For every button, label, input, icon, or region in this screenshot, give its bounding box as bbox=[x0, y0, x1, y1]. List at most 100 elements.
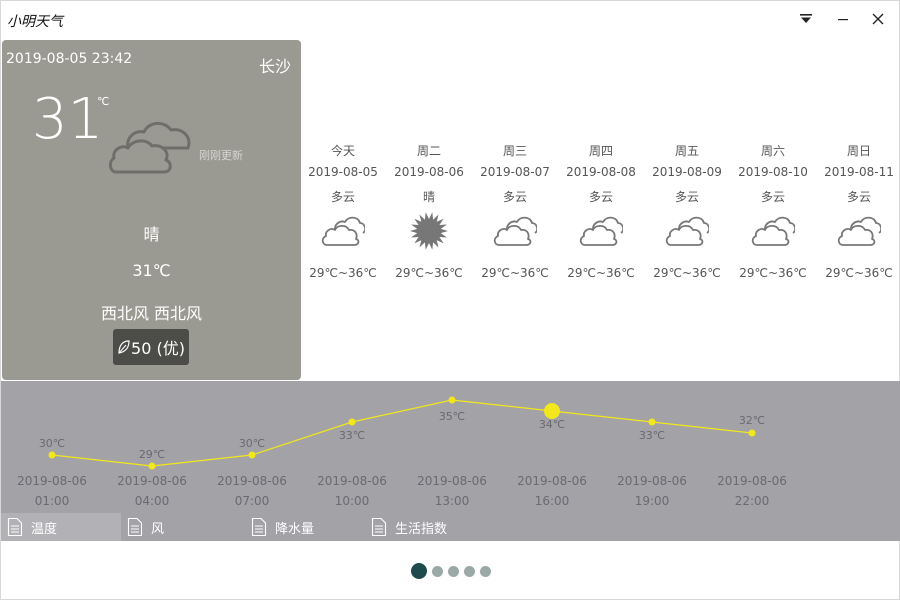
title-bar: 小明天气 bbox=[1, 1, 899, 37]
forecast-temp-range: 29℃~36℃ bbox=[653, 266, 721, 280]
current-wind: 西北风 西北风 bbox=[100, 304, 203, 323]
data-label: 33℃ bbox=[639, 429, 665, 442]
menu-dropdown-button[interactable] bbox=[791, 7, 821, 31]
data-point[interactable] bbox=[448, 396, 456, 404]
tab-1[interactable]: 风 bbox=[121, 513, 221, 541]
data-point[interactable] bbox=[348, 418, 356, 426]
forecast-temp-range: 29℃~36℃ bbox=[825, 266, 893, 280]
x-tick-time: 19:00 bbox=[635, 494, 670, 508]
data-point[interactable] bbox=[248, 451, 256, 459]
tab-label: 降水量 bbox=[275, 521, 315, 537]
data-point[interactable] bbox=[544, 403, 560, 419]
x-tick-time: 13:00 bbox=[435, 494, 470, 508]
forecast-day-name: 周二 bbox=[416, 144, 441, 158]
x-tick-date: 2019-08-06 bbox=[317, 474, 387, 488]
forecast-temp-range: 29℃~36℃ bbox=[739, 266, 807, 280]
forecast-day-name: 周三 bbox=[502, 144, 527, 158]
leaf-icon bbox=[118, 340, 130, 354]
forecast-day-name: 周四 bbox=[588, 144, 613, 158]
aqi-value: 50 (优) bbox=[131, 339, 185, 358]
data-label: 29℃ bbox=[139, 448, 165, 461]
cloud-icon bbox=[579, 211, 625, 251]
x-tick-time: 16:00 bbox=[535, 494, 570, 508]
forecast-day-name: 今天 bbox=[330, 144, 355, 158]
tab-2[interactable]: 降水量 bbox=[245, 513, 355, 541]
x-tick-time: 04:00 bbox=[135, 494, 170, 508]
minimize-icon bbox=[838, 19, 848, 21]
minimize-button[interactable] bbox=[828, 7, 858, 31]
data-label: 32℃ bbox=[739, 414, 765, 427]
x-tick-time: 01:00 bbox=[35, 494, 70, 508]
x-tick-date: 2019-08-06 bbox=[417, 474, 487, 488]
data-label: 35℃ bbox=[439, 410, 465, 423]
forecast-weather: 多云 bbox=[502, 190, 527, 204]
forecast-date: 2019-08-08 bbox=[566, 165, 636, 179]
forecast-list: 今天 2019-08-05 多云 29℃~36℃ 周二 2019-08-06 晴 29℃~36… bbox=[301, 131, 900, 291]
page-dot[interactable] bbox=[480, 565, 491, 577]
data-point[interactable] bbox=[648, 418, 656, 426]
cloud-icon bbox=[106, 110, 196, 184]
forecast-temp-range: 29℃~36℃ bbox=[481, 266, 549, 280]
current-weather-text: 晴 bbox=[143, 225, 160, 244]
app-window: 小明天气 2019-08-05 23:42 长沙 31 ℃ 刚刚更新 晴 31℃… bbox=[0, 0, 900, 600]
document-icon bbox=[371, 517, 387, 537]
forecast-temp-range: 29℃~36℃ bbox=[567, 266, 635, 280]
forecast-day-name: 周五 bbox=[674, 144, 699, 158]
forecast-date: 2019-08-05 bbox=[308, 165, 378, 179]
page-dot[interactable] bbox=[411, 563, 427, 579]
cloud-icon bbox=[837, 211, 883, 251]
current-datetime: 2019-08-05 23:42 bbox=[6, 51, 133, 67]
close-button[interactable] bbox=[863, 7, 893, 31]
forecast-weather: 多云 bbox=[760, 190, 785, 204]
cloud-icon bbox=[665, 211, 711, 251]
data-point[interactable] bbox=[148, 462, 156, 470]
forecast-weather: 多云 bbox=[674, 190, 699, 204]
x-tick-time: 07:00 bbox=[235, 494, 270, 508]
forecast-weather: 多云 bbox=[846, 190, 871, 204]
page-dot[interactable] bbox=[432, 565, 443, 577]
current-temp-text: 31℃ bbox=[132, 261, 171, 280]
tab-label: 生活指数 bbox=[395, 521, 448, 537]
update-status: 刚刚更新 bbox=[199, 149, 243, 162]
x-tick-date: 2019-08-06 bbox=[217, 474, 287, 488]
x-tick-date: 2019-08-06 bbox=[617, 474, 687, 488]
data-point[interactable] bbox=[48, 451, 56, 459]
forecast-date: 2019-08-09 bbox=[652, 165, 722, 179]
aqi-badge[interactable]: 50 (优) bbox=[113, 329, 189, 365]
close-icon bbox=[872, 13, 884, 25]
cloud-icon bbox=[493, 211, 539, 251]
temperature-unit: ℃ bbox=[97, 95, 110, 108]
data-label: 30℃ bbox=[239, 437, 265, 450]
page-dot[interactable] bbox=[448, 565, 459, 577]
forecast-weather: 多云 bbox=[330, 190, 355, 204]
forecast-day-name: 周日 bbox=[846, 144, 871, 158]
current-temperature: 31 bbox=[32, 87, 104, 152]
forecast-weather: 晴 bbox=[422, 190, 435, 204]
detail-tabs: 温度 风 降水量 生活指数 bbox=[1, 513, 900, 541]
tab-label: 温度 bbox=[31, 521, 58, 537]
forecast-weather: 多云 bbox=[588, 190, 613, 204]
x-tick-time: 10:00 bbox=[335, 494, 370, 508]
hourly-temperature-chart: 30℃ 2019-08-06 01:00 29℃ 2019-08-06 04:00 30℃ 2… bbox=[17, 396, 787, 508]
x-tick-time: 22:00 bbox=[735, 494, 770, 508]
tab-3[interactable]: 生活指数 bbox=[365, 513, 485, 541]
document-icon bbox=[7, 517, 23, 537]
data-label: 34℃ bbox=[539, 418, 565, 431]
dropdown-menu-icon bbox=[800, 14, 812, 23]
data-point[interactable] bbox=[748, 429, 756, 437]
forecast-date: 2019-08-11 bbox=[824, 165, 894, 179]
current-weather-card: 2019-08-05 23:42 长沙 31 ℃ 刚刚更新 晴 31℃ 西北风 … bbox=[2, 40, 301, 380]
tab-0[interactable]: 温度 bbox=[1, 513, 121, 541]
forecast-day-name: 周六 bbox=[760, 144, 785, 158]
cloud-icon bbox=[321, 211, 367, 251]
forecast-date: 2019-08-10 bbox=[738, 165, 808, 179]
forecast-date: 2019-08-06 bbox=[394, 165, 464, 179]
document-icon bbox=[251, 517, 267, 537]
forecast-temp-range: 29℃~36℃ bbox=[395, 266, 463, 280]
tab-label: 风 bbox=[151, 521, 165, 537]
current-city[interactable]: 长沙 bbox=[259, 53, 291, 77]
document-icon bbox=[127, 517, 143, 537]
forecast-date: 2019-08-07 bbox=[480, 165, 550, 179]
data-label: 33℃ bbox=[339, 429, 365, 442]
page-dot[interactable] bbox=[464, 565, 475, 577]
